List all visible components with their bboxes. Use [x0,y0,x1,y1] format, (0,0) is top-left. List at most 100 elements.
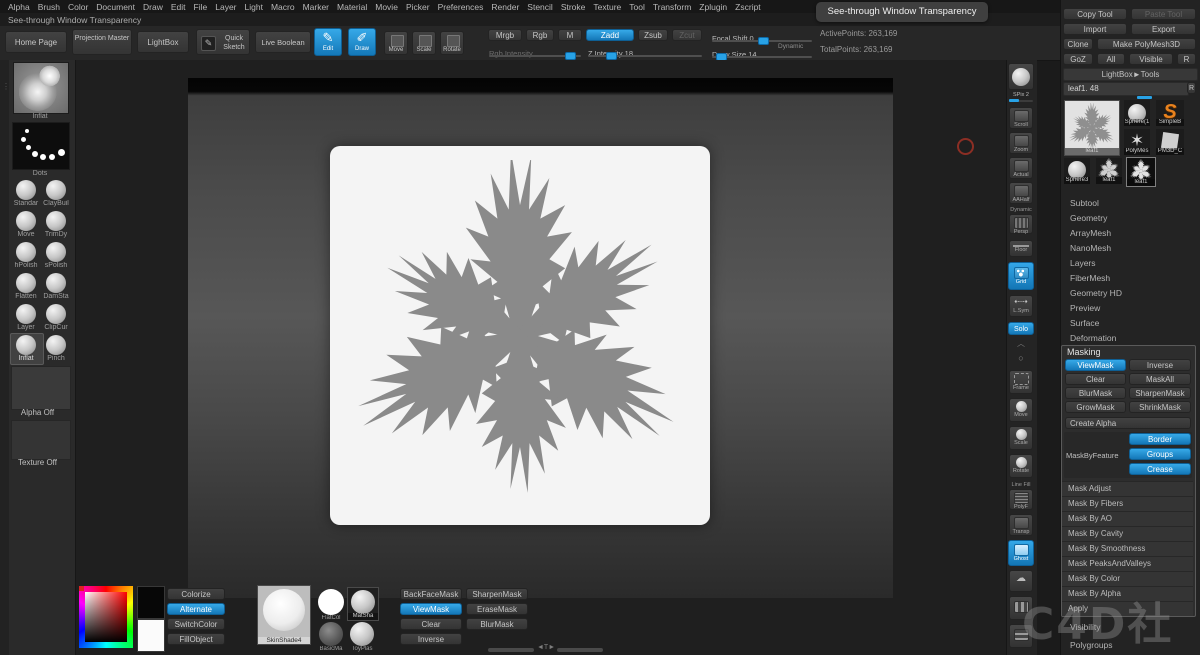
z-intensity-slider[interactable]: Z Intensity 18 [588,43,704,58]
export-button[interactable]: Export [1131,23,1196,35]
menu-brush[interactable]: Brush [38,2,60,12]
current-brush-thumbnail[interactable] [13,62,69,114]
fillobject-button[interactable]: FillObject [167,633,225,645]
active-tool-header[interactable]: leaf1. 48 [1063,82,1189,96]
menu-edit[interactable]: Edit [171,2,186,12]
canvas-hscroll-left[interactable] [488,648,534,652]
rgb-button[interactable]: Rgb [526,29,554,41]
projection-master-button[interactable]: Projection Master [72,29,132,55]
menu-layer[interactable]: Layer [215,2,236,12]
mask-by-alpha-item[interactable]: Mask By Alpha [1062,586,1193,601]
lightbox-button[interactable]: LightBox [137,31,189,53]
tool-thumb-leaf-selected[interactable]: leaf1 [1126,157,1156,187]
shrinkmask-button[interactable]: ShrinkMask [1129,401,1191,413]
menu-picker[interactable]: Picker [406,2,430,12]
section-fibermesh[interactable]: FiberMesh [1062,271,1200,286]
maskall-button[interactable]: MaskAll [1129,373,1191,385]
lightbox-tools-bar[interactable]: LightBox►Tools [1063,68,1198,81]
tool-thumb-pm3d-plane[interactable]: PM3D_C [1156,129,1184,155]
zadd-button[interactable]: Zadd [586,29,634,41]
menu-zscript[interactable]: Zscript [735,2,761,12]
goz-visible-button[interactable]: Visible [1129,53,1173,65]
bpr-render-button[interactable] [1008,63,1034,90]
scroll-button[interactable]: Scroll [1009,107,1033,129]
canvas-hscroll-right[interactable] [557,648,603,652]
menu-zplugin[interactable]: Zplugin [699,2,727,12]
crease-button[interactable]: Crease [1129,463,1191,475]
switchcolor-button[interactable]: SwitchColor [167,618,225,630]
goz-all-button[interactable]: All [1097,53,1125,65]
local-symmetry-button[interactable]: ⇠⇢L.Sym [1009,295,1033,317]
menu-marker[interactable]: Marker [303,2,329,12]
active-tool-r-button[interactable]: R [1187,82,1196,94]
transp-button[interactable]: Transp [1009,514,1033,536]
alternate-button[interactable]: Alternate [167,603,225,615]
growmask-button[interactable]: GrowMask [1065,401,1126,413]
frame-button[interactable]: Frame [1009,370,1033,394]
menu-texture[interactable]: Texture [593,2,621,12]
brush-layer[interactable]: Layer [12,304,40,331]
brush-standard[interactable]: Standar [12,180,40,207]
move-gyro-button[interactable]: Move [384,31,408,55]
brush-trimdynamic[interactable]: TrimDy [42,211,70,238]
tool-thumb-leaf-a[interactable]: leaf1 [1096,158,1122,184]
menu-transform[interactable]: Transform [653,2,691,12]
menu-file[interactable]: File [194,2,208,12]
colorize-button[interactable]: Colorize [167,588,225,600]
widget-caret-icon[interactable]: ︿ [1014,340,1028,348]
ghost-button[interactable]: Ghost [1008,540,1034,566]
backfacemask-button[interactable]: BackFaceMask [400,588,462,600]
quick-material-toyplas[interactable]: ToyPlas [347,622,377,652]
edit-button[interactable]: ✎ Edit [314,28,342,56]
sharpenmask-bottom-button[interactable]: SharpenMask [466,588,528,600]
section-geometry[interactable]: Geometry [1062,211,1200,226]
section-surface[interactable]: Surface [1062,316,1200,331]
dynamic-persp-label[interactable]: Dynamic [1006,207,1036,213]
quick-material-basicma[interactable]: BasicMa [317,622,345,652]
tool-thumb-polymesh-star[interactable]: ✶ PolyMes [1124,129,1150,155]
widget-magnifier-icon[interactable]: ○ [1014,352,1028,364]
color-picker[interactable] [79,586,133,648]
section-subtool[interactable]: Subtool [1062,196,1200,211]
menu-light[interactable]: Light [245,2,263,12]
brush-clipcurve[interactable]: ClipCur [42,304,70,331]
active-tool-thumbnail[interactable]: leaf1 [1064,100,1120,156]
section-visibility[interactable]: Visibility [1062,620,1200,635]
aahalf-button[interactable]: AAHalf [1009,182,1033,204]
left-tray-divider[interactable]: ⋮ [0,60,9,655]
shelf-move-button[interactable]: Move [1009,398,1033,422]
draw-size-slider[interactable]: Draw Size 14 [712,44,814,59]
secondary-color-swatch[interactable] [137,619,165,652]
zsub-button[interactable]: Zsub [638,29,668,41]
clear-button[interactable]: Clear [1065,373,1126,385]
spix-slider[interactable]: SPix 2 [1007,92,1035,105]
section-layers[interactable]: Layers [1062,256,1200,271]
grid-mode-button[interactable]: Grid [1008,262,1034,290]
zcut-button[interactable]: Zcut [672,29,702,41]
shelf-scale-button[interactable]: Scale [1009,426,1033,450]
line-fill-label[interactable]: Line Fill [1006,482,1036,488]
current-material-thumbnail[interactable]: SkinShade4 [257,585,311,645]
sharpenmask-button[interactable]: SharpenMask [1129,387,1191,399]
viewmask-bottom-button[interactable]: ViewMask [400,603,462,615]
section-deformation[interactable]: Deformation [1062,331,1200,346]
menu-macro[interactable]: Macro [271,2,295,12]
menu-color[interactable]: Color [68,2,88,12]
tool-thumb-simplebrush[interactable]: S SimpleB [1156,100,1184,126]
scale-gyro-button[interactable]: Scale [412,31,436,55]
mask-by-ao-item[interactable]: Mask By AO [1062,511,1193,526]
solo-button[interactable]: Solo [1008,322,1034,335]
menu-alpha[interactable]: Alpha [8,2,30,12]
saturation-square[interactable] [85,592,127,642]
alpha-slot[interactable] [11,366,71,410]
brush-move[interactable]: Move [12,211,40,238]
tool-thumb-sphere3[interactable]: Sphere3 [1064,158,1090,184]
xpose-button[interactable] [1009,596,1033,620]
apply-item[interactable]: Apply [1062,601,1193,616]
mask-by-color-item[interactable]: Mask By Color [1062,571,1193,586]
create-alpha-button[interactable]: Create Alpha [1065,417,1191,429]
menu-render[interactable]: Render [491,2,519,12]
home-page-button[interactable]: Home Page [5,31,67,53]
tool-thumb-sphere1[interactable]: Sphere(1 [1124,100,1150,126]
brush-hpolish[interactable]: hPolish [12,242,40,269]
